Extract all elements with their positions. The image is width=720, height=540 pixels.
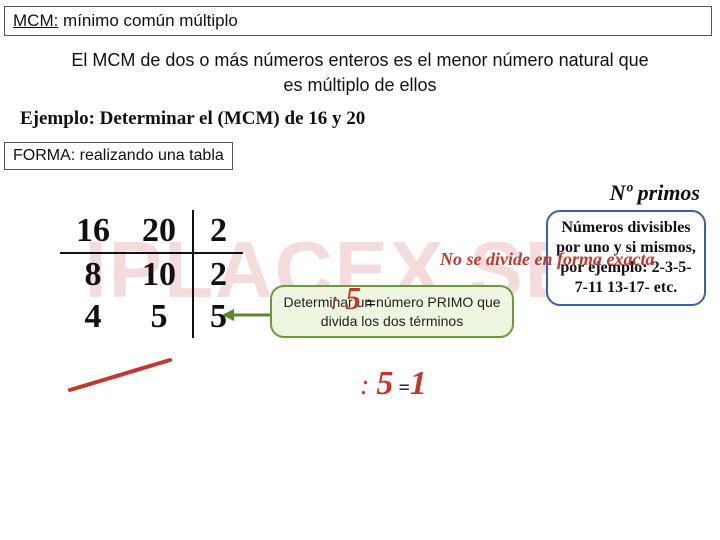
instruction-callout: Determinar un número PRIMO que divida lo… — [270, 285, 514, 337]
table-row: 4 5 5 — [60, 296, 243, 338]
cell-factor: 2 — [193, 210, 243, 253]
div-num: 5 — [376, 365, 393, 402]
not-exact-note: No se divide en forma exacta — [440, 250, 654, 270]
div-eq: = — [361, 293, 376, 313]
division-line-1: : 5 = — [330, 280, 376, 317]
div-prefix: : — [360, 370, 376, 401]
div-prefix: : — [330, 286, 345, 315]
div-eq: = — [393, 377, 409, 399]
division-line-2: : 5 =1 — [360, 365, 427, 403]
example-heading: Ejemplo: Determinar el (MCM) de 16 y 20 — [20, 108, 720, 130]
title-abbr: MCM: — [13, 11, 58, 30]
table-row: 16 20 2 — [60, 210, 243, 253]
cell-n1: 4 — [60, 296, 126, 338]
cell-n1: 8 — [60, 253, 126, 296]
div-num: 5 — [345, 280, 361, 316]
callout-text: Determinar un número PRIMO que divida lo… — [283, 294, 500, 328]
div-result: 1 — [410, 365, 427, 402]
cell-n2: 10 — [126, 253, 193, 296]
cell-n2: 20 — [126, 210, 193, 253]
cell-n2: 5 — [126, 296, 193, 338]
cell-n1: 16 — [60, 210, 126, 253]
strike-slash-icon — [60, 355, 180, 395]
title-rest: mínimo común múltiplo — [58, 11, 238, 30]
primes-label: Nº primos — [610, 180, 700, 206]
definition-text: El MCM de dos o más números enteros es e… — [60, 48, 660, 98]
title-box: MCM: mínimo común múltiplo — [4, 6, 712, 36]
method-box: FORMA: realizando una tabla — [4, 142, 233, 170]
table-row: 8 10 2 — [60, 253, 243, 296]
cell-factor: 2 — [193, 253, 243, 296]
factor-table: 16 20 2 8 10 2 4 5 5 — [60, 210, 243, 338]
work-area: Nº primos Números divisibles por uno y s… — [0, 180, 720, 480]
